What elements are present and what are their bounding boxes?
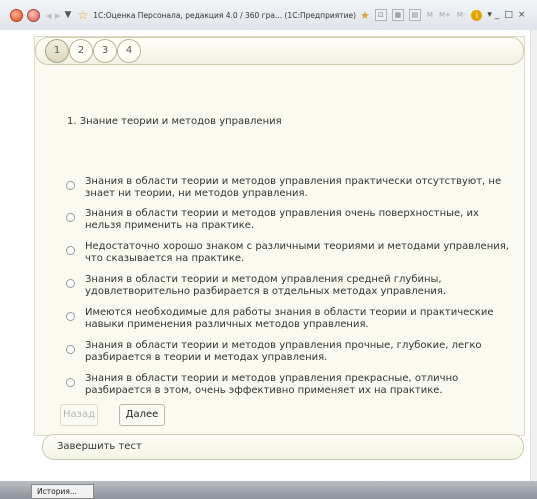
- app-menu-icon[interactable]: [10, 8, 23, 22]
- link-icon[interactable]: ⊡: [374, 9, 387, 21]
- answer-option-label: Знания в области теории и методом управл…: [85, 274, 447, 297]
- back-forward-icon[interactable]: ◂ ▸: [46, 9, 61, 22]
- finish-test-button[interactable]: Завершить тест: [42, 434, 524, 460]
- table-icon[interactable]: ▦: [391, 9, 404, 21]
- finish-test-label: Завершить тест: [57, 441, 142, 452]
- vertical-scrollbar[interactable]: [530, 30, 537, 481]
- back-button[interactable]: Назад: [60, 404, 98, 426]
- tab-question-3[interactable]: 3: [93, 39, 117, 63]
- minimize-icon[interactable]: ▾ _: [487, 10, 499, 20]
- history-button[interactable]: История...: [31, 484, 94, 499]
- radio-button[interactable]: [66, 181, 75, 190]
- memory-mplus-button[interactable]: M+: [439, 11, 451, 19]
- close-icon[interactable]: ×: [518, 10, 526, 20]
- tab-question-2[interactable]: 2: [69, 39, 93, 63]
- answer-option-label: Знания в области теории и методов управл…: [85, 340, 482, 363]
- window-title: 1С:Оценка Персонала, редакция 4.0 / 360 …: [93, 10, 357, 20]
- memory-m-button[interactable]: M: [427, 11, 433, 19]
- radio-button[interactable]: [66, 246, 75, 255]
- radio-button[interactable]: [66, 213, 75, 222]
- star-icon[interactable]: ★: [360, 9, 370, 22]
- radio-button[interactable]: [66, 378, 75, 387]
- memory-mminus-button[interactable]: M-: [457, 11, 466, 19]
- app-logo-icon[interactable]: [27, 8, 40, 22]
- calendar-icon[interactable]: ▤: [408, 9, 421, 21]
- radio-button[interactable]: [66, 345, 75, 354]
- tab-question-1[interactable]: 1: [45, 39, 69, 63]
- favorites-star-icon[interactable]: ☆: [77, 8, 88, 22]
- answer-option-label: Недостаточно хорошо знаком с различными …: [85, 241, 509, 264]
- next-button[interactable]: Далее: [119, 404, 165, 426]
- question-tabs: 1 2 3 4: [35, 37, 524, 65]
- radio-button[interactable]: [66, 279, 75, 288]
- info-icon[interactable]: i: [471, 9, 483, 21]
- answer-option-label: Знания в области теории и методов управл…: [85, 208, 479, 231]
- chevron-down-icon[interactable]: ▼: [65, 10, 72, 20]
- question-title: 1. Знание теории и методов управления: [67, 116, 282, 127]
- answer-option-label: Знания в области теории и методов управл…: [85, 373, 459, 396]
- radio-button[interactable]: [66, 312, 75, 321]
- test-panel: 1 2 3 4 1. Знание теории и методов управ…: [34, 36, 525, 436]
- tab-question-4[interactable]: 4: [117, 39, 141, 63]
- maximize-icon[interactable]: □: [504, 10, 513, 20]
- answer-option-label: Имеются необходимые для работы знания в …: [85, 307, 494, 330]
- window-title-bar: ◂ ▸ ▼ ☆ 1С:Оценка Персонала, редакция 4.…: [0, 0, 537, 31]
- answer-option-label: Знания в области теории и методов управл…: [85, 176, 502, 199]
